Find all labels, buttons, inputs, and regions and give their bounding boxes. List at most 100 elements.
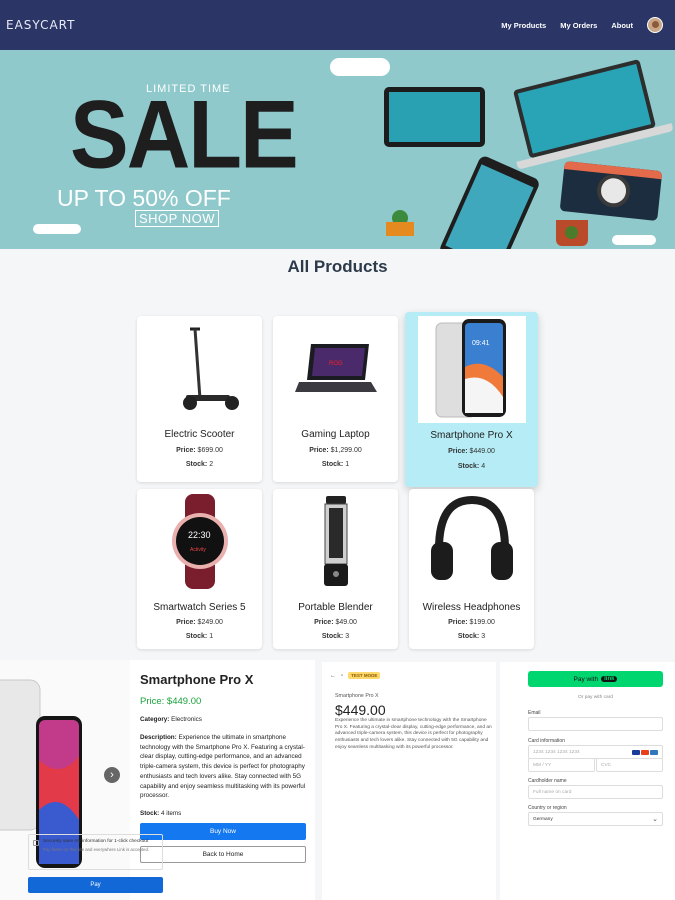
laptop-image: ROG bbox=[273, 322, 398, 417]
product-name: Electric Scooter bbox=[164, 429, 235, 440]
product-name: Smartwatch Series 5 bbox=[153, 602, 246, 613]
price-value: $449.00 bbox=[469, 448, 495, 455]
pay-button[interactable]: Pay bbox=[28, 877, 163, 893]
detail-category: Category: Electronics bbox=[140, 715, 306, 725]
svg-text:09:41: 09:41 bbox=[472, 340, 490, 347]
stock-label: Stock: bbox=[321, 461, 344, 468]
product-stock: Stock: 1 bbox=[137, 633, 262, 640]
product-stock: Stock: 3 bbox=[409, 633, 534, 640]
store-icon: ▫ bbox=[341, 672, 344, 679]
product-stock: Stock: 2 bbox=[137, 461, 262, 468]
cardholder-field[interactable]: Full name on card bbox=[528, 785, 663, 799]
blender-image bbox=[273, 494, 398, 589]
stock-value: 3 bbox=[345, 633, 350, 640]
price-value: $699.00 bbox=[197, 447, 223, 454]
save-info-checkbox[interactable] bbox=[33, 840, 39, 846]
section-title: All Products bbox=[287, 257, 388, 276]
country-select[interactable]: Germany ⌄ bbox=[528, 812, 663, 826]
smartphone-image: 09:41 bbox=[418, 316, 526, 423]
banner-discount-text: UP TO 50% OFF bbox=[57, 185, 231, 211]
sale-banner: LIMITED TIME SALE UP TO 50% OFF SHOP NOW bbox=[0, 50, 675, 249]
product-card-selected[interactable]: 09:41 Smartphone Pro X Price: $449.00 St… bbox=[405, 312, 538, 487]
card-brands-icon bbox=[632, 750, 658, 755]
product-card[interactable]: Electric Scooter Price: $699.00 Stock: 2 bbox=[137, 316, 262, 482]
product-name: Portable Blender bbox=[298, 602, 373, 613]
product-price: Price: $1,299.00 bbox=[273, 447, 398, 454]
product-card[interactable]: Wireless Headphones Price: $199.00 Stock… bbox=[409, 489, 534, 649]
product-stock: Stock: 4 bbox=[405, 463, 538, 470]
country-label: Country or region bbox=[528, 805, 567, 811]
stock-value: 3 bbox=[481, 633, 486, 640]
expiry-field[interactable]: MM / YY bbox=[528, 758, 595, 772]
cvc-placeholder: CVC bbox=[601, 763, 612, 768]
detail-price: Price: $449.00 bbox=[140, 696, 202, 707]
save-info-subtitle: Pay faster on this site and everywhere L… bbox=[43, 847, 150, 853]
price-value: $49.00 bbox=[335, 619, 357, 626]
link-logo: link bbox=[601, 676, 618, 682]
price-label: Price: bbox=[176, 447, 196, 454]
camera-illustration bbox=[559, 161, 663, 221]
product-card[interactable]: 22:30 Activity Smartwatch Series 5 Price… bbox=[137, 489, 262, 649]
checkout-price: $449.00 bbox=[335, 702, 386, 718]
buy-now-button[interactable]: Buy Now bbox=[140, 823, 306, 840]
product-card[interactable]: Portable Blender Price: $49.00 Stock: 3 bbox=[273, 489, 398, 649]
svg-text:Activity: Activity bbox=[190, 547, 206, 553]
cloud-decoration bbox=[330, 58, 390, 76]
top-navbar: EASYCART My Products My Orders About bbox=[0, 0, 675, 50]
headphones-image bbox=[409, 494, 534, 589]
smartwatch-image: 22:30 Activity bbox=[137, 494, 262, 589]
price-value: $199.00 bbox=[469, 619, 495, 626]
product-name: Wireless Headphones bbox=[422, 602, 521, 613]
brand-logo[interactable]: EASYCART bbox=[6, 18, 75, 32]
nav-about[interactable]: About bbox=[611, 21, 633, 30]
nav-my-products[interactable]: My Products bbox=[501, 21, 546, 30]
cardholder-label: Cardholder name bbox=[528, 778, 567, 784]
stock-value: 1 bbox=[209, 633, 214, 640]
user-avatar[interactable] bbox=[647, 17, 663, 33]
product-price: Price: $49.00 bbox=[273, 619, 398, 626]
checkout-form: Pay with link Or pay with card Email Car… bbox=[500, 662, 675, 900]
cvc-field[interactable]: CVC bbox=[596, 758, 663, 772]
card-number-field[interactable]: 1234 1234 1234 1234 bbox=[528, 745, 663, 759]
product-price: Price: $449.00 bbox=[405, 448, 538, 455]
coffee-cup-illustration bbox=[556, 220, 588, 246]
category-label: Category: bbox=[140, 716, 170, 723]
back-to-home-button[interactable]: Back to Home bbox=[140, 846, 306, 863]
product-card[interactable]: ROG Gaming Laptop Price: $1,299.00 Stock… bbox=[273, 316, 398, 482]
stock-value: 4 bbox=[481, 463, 486, 470]
pay-with-link-button[interactable]: Pay with link bbox=[528, 671, 663, 687]
stock-label: Stock: bbox=[457, 463, 480, 470]
back-arrow-icon[interactable]: ← bbox=[330, 673, 336, 679]
main-nav: My Products My Orders About bbox=[501, 17, 663, 33]
banner-sale-text: SALE bbox=[70, 79, 299, 189]
price-label: Price: bbox=[448, 619, 468, 626]
svg-text:22:30: 22:30 bbox=[188, 530, 211, 540]
product-price: Price: $199.00 bbox=[409, 619, 534, 626]
test-mode-badge: TEST MODE bbox=[348, 672, 381, 679]
product-name: Smartphone Pro X bbox=[430, 430, 513, 441]
shop-now-button[interactable]: SHOP NOW bbox=[135, 210, 219, 227]
nav-my-orders[interactable]: My Orders bbox=[560, 21, 597, 30]
detail-description: Description: Experience the ultimate in … bbox=[140, 733, 306, 801]
product-name: Gaming Laptop bbox=[301, 429, 370, 440]
stock-label: Stock: bbox=[185, 461, 208, 468]
stock-label: Stock: bbox=[185, 633, 208, 640]
cloud-decoration bbox=[612, 235, 656, 245]
next-image-arrow-icon[interactable]: › bbox=[104, 767, 120, 783]
cardholder-placeholder: Full name on card bbox=[533, 790, 572, 795]
price-value: $249.00 bbox=[197, 619, 223, 626]
product-price: Price: $699.00 bbox=[137, 447, 262, 454]
or-pay-with-card: Or pay with card bbox=[578, 695, 613, 700]
stock-label: Stock: bbox=[457, 633, 480, 640]
cloud-decoration bbox=[33, 224, 81, 234]
price-label: Price: bbox=[176, 619, 196, 626]
save-info-title: Securely save my information for 1-click… bbox=[43, 839, 149, 844]
product-stock: Stock: 3 bbox=[273, 633, 398, 640]
stock-value: 1 bbox=[345, 461, 350, 468]
email-field[interactable] bbox=[528, 717, 663, 731]
product-price: Price: $249.00 bbox=[137, 619, 262, 626]
description-label: Description: bbox=[140, 733, 177, 741]
checkout-product-name: Smartphone Pro X bbox=[335, 693, 379, 699]
detail-info: Smartphone Pro X Price: $449.00 Category… bbox=[140, 672, 306, 819]
price-label: Price: bbox=[448, 448, 468, 455]
